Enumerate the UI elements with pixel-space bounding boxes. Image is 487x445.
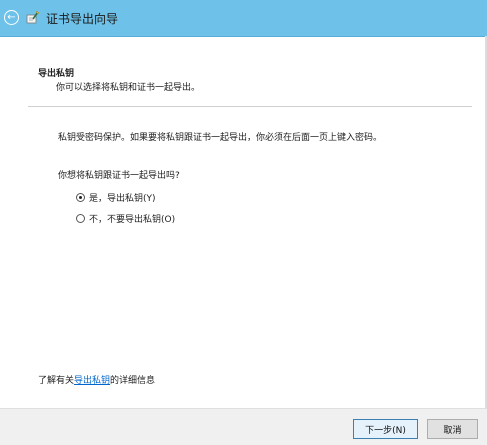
certificate-wizard-icon	[26, 10, 40, 24]
export-question: 你想将私钥跟证书一起导出吗?	[58, 171, 180, 181]
window-title: 证书导出向导	[46, 12, 119, 26]
learn-more-link[interactable]: 导出私钥	[74, 376, 110, 386]
radio-option-no[interactable]: 不，不要导出私钥(O)	[76, 212, 175, 225]
back-arrow-icon[interactable]: ←	[4, 10, 19, 25]
radio-button-yes[interactable]	[76, 193, 85, 202]
radio-label-no: 不，不要导出私钥(O)	[89, 215, 176, 225]
button-bar: 下一步(N) 取消	[0, 408, 487, 445]
radio-option-yes[interactable]: 是，导出私钥(Y)	[76, 191, 156, 204]
next-button[interactable]: 下一步(N)	[353, 419, 418, 439]
radio-label-yes: 是，导出私钥(Y)	[89, 194, 156, 204]
title-bar: ← 证书导出向导	[0, 0, 487, 37]
info-text: 私钥受密码保护。如果要将私钥跟证书一起导出，你必须在后面一页上键入密码。	[58, 133, 383, 143]
radio-button-no[interactable]	[76, 214, 85, 223]
page-subheading: 你可以选择将私钥和证书一起导出。	[56, 83, 201, 93]
page-heading: 导出私钥	[38, 69, 75, 79]
cancel-button[interactable]: 取消	[427, 419, 478, 439]
header-divider	[28, 106, 472, 107]
learn-more-prefix: 了解有关	[38, 376, 75, 386]
learn-more-suffix: 的详细信息	[110, 376, 156, 386]
learn-more-text: 了解有关导出私钥的详细信息	[38, 373, 155, 386]
